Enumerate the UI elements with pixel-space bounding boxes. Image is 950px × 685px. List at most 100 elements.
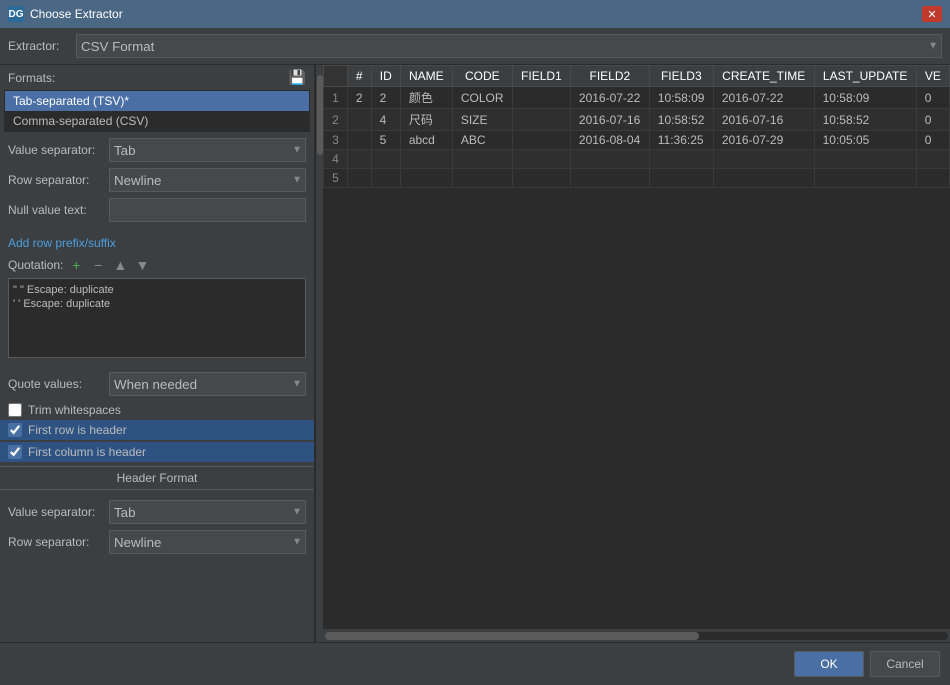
quotation-add-btn[interactable]: + [67, 256, 85, 274]
row-separator-select-2[interactable]: Newline [109, 530, 306, 554]
table-row-num: 3 [324, 131, 348, 150]
quotation-section: Quotation: + − ▲ ▼ " " Escape: duplicate… [0, 252, 314, 368]
close-button[interactable]: ✕ [922, 6, 942, 22]
formats-header: Formats: 💾 [0, 65, 314, 90]
quotation-line-2: ' ' Escape: duplicate [13, 297, 301, 311]
table-cell: 2016-07-16 [570, 109, 649, 131]
table-row-num: 2 [324, 109, 348, 131]
table-cell: 2016-07-16 [713, 109, 814, 131]
table-cell [814, 169, 916, 188]
table-cell: 2016-07-29 [713, 131, 814, 150]
row-separator-label-1: Row separator: [8, 173, 103, 187]
null-value-input[interactable] [109, 198, 306, 222]
table-cell [400, 169, 452, 188]
table-cell [649, 169, 713, 188]
col-header-rownum [324, 66, 348, 87]
table-row-num: 5 [324, 169, 348, 188]
ok-button[interactable]: OK [794, 651, 864, 677]
quotation-header: Quotation: + − ▲ ▼ [8, 256, 306, 274]
row-separator-select-1[interactable]: Newline [109, 168, 306, 192]
col-header-id: ID [371, 66, 400, 87]
col-header-last-update: LAST_UPDATE [814, 66, 916, 87]
first-col-header-checkbox[interactable] [8, 445, 22, 459]
table-cell [713, 169, 814, 188]
table-cell [570, 150, 649, 169]
trim-whitespaces-label: Trim whitespaces [28, 403, 121, 417]
settings-section-2: Value separator: Tab ▼ Row separator: [0, 494, 314, 566]
row-separator-label-2: Row separator: [8, 535, 103, 549]
table-row: 122颜色COLOR2016-07-2210:58:092016-07-2210… [324, 87, 950, 109]
format-item-csv[interactable]: Comma-separated (CSV) [5, 111, 309, 131]
preview-table-container[interactable]: # ID NAME CODE FIELD1 FIELD2 FIELD3 CREA… [323, 65, 950, 628]
table-cell: 2016-08-04 [570, 131, 649, 150]
table-cell: 0 [916, 131, 949, 150]
table-cell: abcd [400, 131, 452, 150]
main-content: Formats: 💾 Tab-separated (TSV)* Comma-se… [0, 65, 950, 642]
table-cell: 0 [916, 109, 949, 131]
value-separator-select-2[interactable]: Tab [109, 500, 306, 524]
table-cell [347, 131, 371, 150]
quotation-up-btn[interactable]: ▲ [111, 256, 129, 274]
table-cell: 11:36:25 [649, 131, 713, 150]
col-header-field3: FIELD3 [649, 66, 713, 87]
table-row: 24尺码SIZE2016-07-1610:58:522016-07-1610:5… [324, 109, 950, 131]
table-cell: 2016-07-22 [570, 87, 649, 109]
table-cell [814, 150, 916, 169]
table-cell: 尺码 [400, 109, 452, 131]
table-cell: COLOR [452, 87, 512, 109]
value-separator-select-wrapper-1: Tab Comma ▼ [109, 138, 306, 162]
table-cell [371, 150, 400, 169]
row-separator-row-1: Row separator: Newline ▼ [8, 168, 306, 192]
table-cell [512, 169, 570, 188]
table-row: 5 [324, 169, 950, 188]
table-cell [512, 87, 570, 109]
table-cell [371, 169, 400, 188]
left-panel-scrollbar[interactable] [315, 65, 323, 642]
table-cell: 4 [371, 109, 400, 131]
bottom-scrollbar[interactable] [323, 628, 950, 642]
table-cell [452, 169, 512, 188]
table-cell: SIZE [452, 109, 512, 131]
table-cell: 0 [916, 87, 949, 109]
table-cell: 2016-07-22 [713, 87, 814, 109]
table-cell [570, 169, 649, 188]
table-cell: 10:05:05 [814, 131, 916, 150]
trim-whitespaces-checkbox[interactable] [8, 403, 22, 417]
value-separator-select-1[interactable]: Tab Comma [109, 138, 306, 162]
cancel-button[interactable]: Cancel [870, 651, 940, 677]
col-header-field2: FIELD2 [570, 66, 649, 87]
quote-values-select[interactable]: When needed Always Never [109, 372, 306, 396]
value-separator-label-2: Value separator: [8, 505, 103, 519]
table-row: 35abcdABC2016-08-0411:36:252016-07-2910:… [324, 131, 950, 150]
dialog-footer: OK Cancel [0, 642, 950, 685]
extractor-select[interactable]: CSV Format [76, 34, 942, 58]
col-header-hash: # [347, 66, 371, 87]
header-format-label: Header Format [0, 466, 314, 490]
table-cell [400, 150, 452, 169]
format-item-tsv[interactable]: Tab-separated (TSV)* [5, 91, 309, 111]
col-header-field1: FIELD1 [512, 66, 570, 87]
table-cell [512, 109, 570, 131]
add-prefix-link[interactable]: Add row prefix/suffix [8, 234, 116, 252]
row-separator-select-wrapper-2: Newline ▼ [109, 530, 306, 554]
table-cell: 颜色 [400, 87, 452, 109]
first-row-header-checkbox[interactable] [8, 423, 22, 437]
table-row-num: 4 [324, 150, 348, 169]
col-header-ve: VE [916, 66, 949, 87]
left-panel: Formats: 💾 Tab-separated (TSV)* Comma-se… [0, 65, 315, 642]
quotation-line-1: " " Escape: duplicate [13, 283, 301, 297]
extractor-label: Extractor: [8, 39, 68, 53]
save-icon[interactable]: 💾 [289, 69, 306, 86]
table-cell [452, 150, 512, 169]
dialog-title: Choose Extractor [30, 7, 916, 21]
quotation-box: " " Escape: duplicate ' ' Escape: duplic… [8, 278, 306, 358]
first-col-header-label: First column is header [28, 445, 146, 459]
first-row-header-label: First row is header [28, 423, 127, 437]
h-scrollbar-thumb [325, 632, 699, 640]
table-cell [347, 150, 371, 169]
table-cell [347, 109, 371, 131]
quotation-remove-btn[interactable]: − [89, 256, 107, 274]
row-separator-select-wrapper-1: Newline ▼ [109, 168, 306, 192]
quotation-down-btn[interactable]: ▼ [133, 256, 151, 274]
null-value-label: Null value text: [8, 203, 103, 217]
